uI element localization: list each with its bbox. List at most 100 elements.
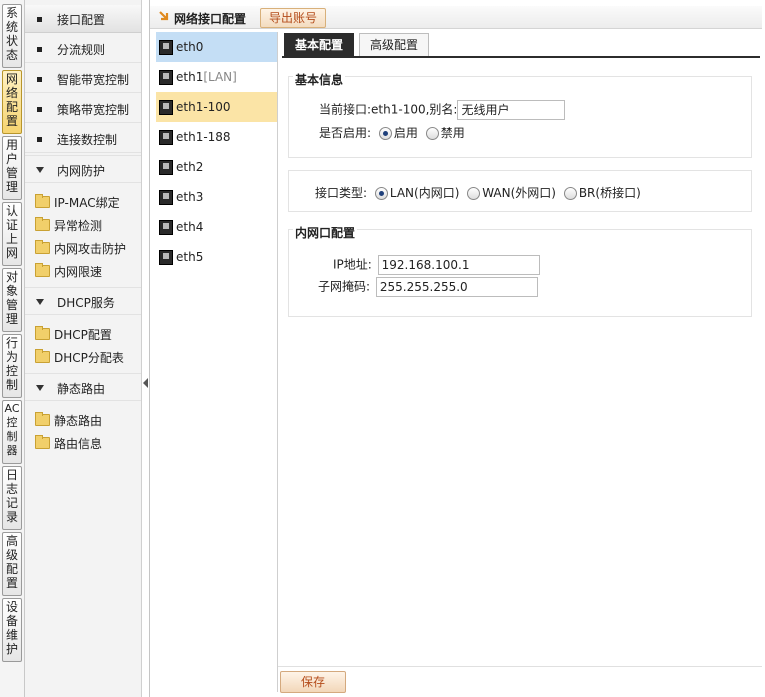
title-bar: 网络接口配置 导出账号 (150, 6, 762, 29)
chevron-down-icon (36, 167, 44, 173)
menu-policy-bandwidth[interactable]: 策略带宽控制 (25, 95, 141, 123)
vtab-log-records[interactable]: 日志记录 (2, 466, 22, 530)
mask-row: 子网掩码: 255.255.255.0 (318, 277, 538, 297)
folder-icon (35, 240, 50, 254)
bullet-icon (37, 77, 42, 82)
chevron-down-icon (36, 299, 44, 305)
menu-connection-limit[interactable]: 连接数控制 (25, 125, 141, 153)
wan-label: WAN(外网口) (482, 186, 556, 200)
interface-label: eth4 (176, 220, 204, 234)
group-dhcp-service[interactable]: DHCP服务 (25, 287, 141, 315)
menu-label: 分流规则 (57, 43, 106, 57)
vtab-system-status[interactable]: 系统状态 (2, 4, 22, 68)
enable-on-radio[interactable] (378, 127, 392, 140)
bullet-icon (37, 47, 42, 52)
interface-item-eth3[interactable]: eth3 (156, 182, 277, 212)
footer-divider (278, 666, 762, 667)
menu-label: 接口配置 (57, 13, 106, 27)
vtab-label: AC控制器 (4, 402, 20, 457)
vtab-behavior-control[interactable]: 行为控制 (2, 334, 22, 398)
interface-item-eth1-188[interactable]: eth1-188 (156, 122, 277, 152)
ip-input[interactable]: 192.168.100.1 (377, 255, 540, 275)
basic-info-section: 基本信息 当前接口:eth1-100,别名: 无线用户 是否启用: 启用 禁用 (288, 71, 752, 158)
interface-item-eth5[interactable]: eth5 (156, 242, 277, 272)
folder-icon (35, 326, 50, 340)
vtab-label: 设备维护 (5, 600, 18, 656)
current-interface-label: 当前接口:eth1-100,别名: (319, 102, 458, 117)
export-accounts-button[interactable]: 导出账号 (260, 8, 327, 28)
interface-item-eth1-100[interactable]: eth1-100 (156, 92, 277, 122)
interface-item-eth1[interactable]: eth1[LAN] (156, 62, 277, 92)
group-label: 静态路由 (57, 382, 106, 396)
vtab-label: 认证上网 (5, 204, 18, 260)
save-button[interactable]: 保存 (280, 671, 346, 693)
vtab-user-management[interactable]: 用户管理 (2, 136, 22, 200)
vtab-label: 系统状态 (5, 6, 18, 62)
network-port-icon (159, 250, 173, 265)
interface-type-label: 接口类型: (315, 186, 368, 200)
vtab-ac-controller[interactable]: AC控制器 (2, 400, 22, 464)
enable-off-radio[interactable] (425, 127, 439, 140)
leaf-label: 内网攻击防护 (54, 242, 127, 256)
vtab-device-maintenance[interactable]: 设备维护 (2, 598, 22, 662)
interface-label: eth2 (176, 160, 204, 174)
group-static-routes[interactable]: 静态路由 (25, 373, 141, 401)
leaf-label: DHCP配置 (54, 328, 112, 342)
lan-radio[interactable] (374, 187, 388, 200)
mask-label: 子网掩码: (318, 279, 371, 294)
interface-item-eth2[interactable]: eth2 (156, 152, 277, 182)
vtab-label: 用户管理 (5, 138, 18, 194)
menu-label: 智能带宽控制 (57, 73, 130, 87)
leaf-label: IP-MAC绑定 (54, 196, 120, 210)
group-intranet-protection[interactable]: 内网防护 (25, 155, 141, 183)
vtab-label: 对象管理 (5, 270, 18, 326)
wan-radio[interactable] (467, 187, 481, 200)
vtab-object-management[interactable]: 对象管理 (2, 268, 22, 332)
interface-label: eth3 (176, 190, 204, 204)
enable-off-label: 禁用 (440, 126, 465, 140)
menu-smart-bandwidth[interactable]: 智能带宽控制 (25, 65, 141, 93)
leaf-label: 路由信息 (54, 437, 103, 451)
menu-interface-config[interactable]: 接口配置 (25, 5, 141, 33)
menu-traffic-rules[interactable]: 分流规则 (25, 35, 141, 63)
ip-row: IP地址: 192.168.100.1 (333, 255, 540, 275)
enable-on-label: 启用 (393, 126, 418, 140)
network-port-icon (159, 190, 173, 205)
vtab-auth-online[interactable]: 认证上网 (2, 202, 22, 266)
submenu: 接口配置 分流规则 智能带宽控制 策略带宽控制 连接数控制 内网防护 IP-MA… (25, 0, 142, 697)
vtab-label: 行为控制 (5, 336, 18, 392)
network-port-icon (159, 70, 173, 85)
br-radio[interactable] (563, 187, 577, 200)
interface-label: eth1[LAN] (176, 70, 237, 84)
enable-row: 是否启用: 启用 禁用 (319, 124, 465, 141)
current-interface-row: 当前接口:eth1-100,别名: 无线用户 (319, 100, 566, 120)
leaf-label: 内网限速 (54, 265, 103, 279)
tab-basic-config[interactable]: 基本配置 (284, 33, 355, 56)
folder-icon (35, 217, 50, 231)
folder-icon (35, 412, 50, 426)
page-title: 网络接口配置 (174, 12, 247, 26)
interface-label: eth1-100 (176, 100, 231, 114)
lan-config-section: 内网口配置 IP地址: 192.168.100.1 子网掩码: 255.255.… (288, 224, 752, 317)
leaf-label: 静态路由 (54, 414, 103, 428)
ip-label: IP地址: (333, 257, 372, 272)
group-label: DHCP服务 (57, 296, 115, 310)
alias-input[interactable]: 无线用户 (457, 100, 566, 120)
vtab-network-config[interactable]: 网络配置 (2, 70, 22, 134)
leaf-label: DHCP分配表 (54, 351, 124, 365)
mask-input[interactable]: 255.255.255.0 (375, 277, 538, 297)
interface-item-eth0[interactable]: eth0 (156, 32, 277, 62)
interface-label: eth0 (176, 40, 204, 54)
interface-label: eth5 (176, 250, 204, 264)
section-title: 内网口配置 (293, 224, 358, 241)
main-panel: 网络接口配置 导出账号 eth0 eth1[LAN] eth1-100 eth1… (149, 0, 765, 697)
tab-advanced-config[interactable]: 高级配置 (359, 33, 430, 56)
interface-item-eth4[interactable]: eth4 (156, 212, 277, 242)
collapse-arrow-icon[interactable] (143, 378, 148, 388)
arrow-down-right-icon (159, 11, 169, 21)
network-port-icon (159, 220, 173, 235)
vtab-advanced-config[interactable]: 高级配置 (2, 532, 22, 596)
interface-type-row: 接口类型: LAN(内网口) WAN(外网口) BR(桥接口) (315, 184, 641, 201)
vtab-label: 日志记录 (5, 468, 18, 524)
vtab-label: 高级配置 (5, 534, 18, 590)
